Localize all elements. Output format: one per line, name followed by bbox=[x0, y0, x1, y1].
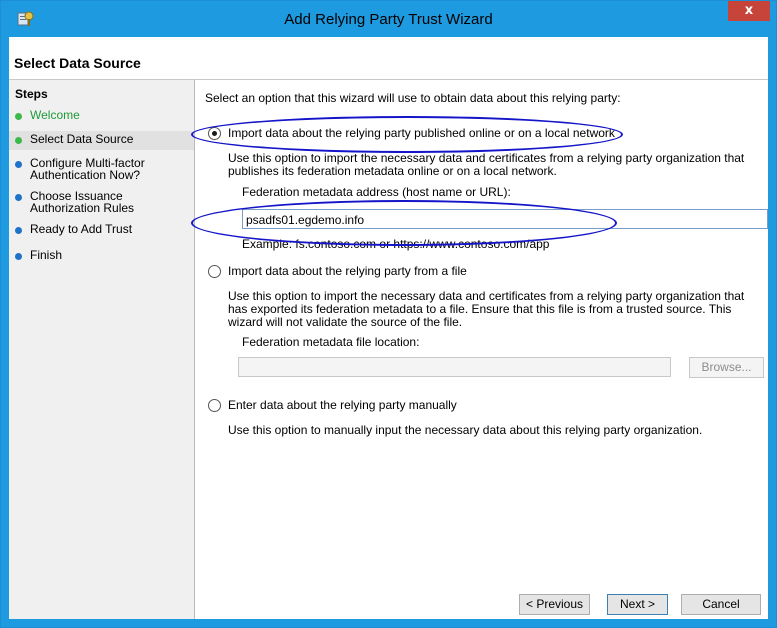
window-title: Add Relying Party Trust Wizard bbox=[284, 11, 493, 28]
steps-title: Steps bbox=[15, 87, 48, 101]
close-icon[interactable]: x bbox=[728, 1, 770, 21]
step-configure-mfa: Configure Multi-factor Authentication No… bbox=[9, 157, 194, 183]
browse-button[interactable]: Browse... bbox=[689, 357, 764, 378]
page-title: Select Data Source bbox=[14, 55, 141, 71]
step-select-data-source: Select Data Source bbox=[9, 131, 194, 150]
intro-text: Select an option that this wizard will u… bbox=[205, 91, 621, 105]
option-online-description: Use this option to import the necessary … bbox=[228, 151, 745, 178]
step-current-icon bbox=[15, 137, 22, 144]
cancel-button[interactable]: Cancel bbox=[681, 594, 761, 615]
radio-import-file[interactable] bbox=[208, 265, 221, 278]
wizard-header: Select Data Source bbox=[9, 37, 768, 80]
step-pending-icon bbox=[15, 194, 22, 201]
annotation-ellipse-online-option bbox=[191, 116, 623, 153]
step-pending-icon bbox=[15, 227, 22, 234]
step-label: Ready to Add Trust bbox=[30, 222, 133, 236]
previous-button[interactable]: < Previous bbox=[519, 594, 590, 615]
steps-pane: Steps Welcome Select Data Source Configu… bbox=[9, 80, 195, 619]
next-button[interactable]: Next > bbox=[607, 594, 668, 615]
step-welcome[interactable]: Welcome bbox=[9, 109, 194, 125]
main-pane: Select an option that this wizard will u… bbox=[191, 80, 768, 619]
metadata-file-label: Federation metadata file location: bbox=[242, 335, 420, 349]
metadata-file-input[interactable] bbox=[238, 357, 671, 377]
step-ready-to-add: Ready to Add Trust bbox=[9, 223, 194, 239]
option-manual-label[interactable]: Enter data about the relying party manua… bbox=[228, 399, 728, 412]
step-pending-icon bbox=[15, 161, 22, 168]
radio-manual-entry[interactable] bbox=[208, 399, 221, 412]
wizard-client-area: Select Data Source Steps Welcome Select … bbox=[9, 37, 768, 619]
option-file-description: Use this option to import the necessary … bbox=[228, 289, 745, 329]
option-file-label[interactable]: Import data about the relying party from… bbox=[228, 265, 728, 278]
option-manual-description: Use this option to manually input the ne… bbox=[228, 423, 703, 437]
step-issuance-rules: Choose Issuance Authorization Rules bbox=[9, 190, 194, 216]
step-done-icon bbox=[15, 113, 22, 120]
step-label: Select Data Source bbox=[30, 132, 134, 146]
step-label: Welcome bbox=[30, 108, 80, 122]
metadata-address-label: Federation metadata address (host name o… bbox=[242, 185, 511, 199]
step-finish: Finish bbox=[9, 249, 194, 265]
wizard-window: Add Relying Party Trust Wizard x Select … bbox=[0, 0, 777, 628]
title-bar[interactable]: Add Relying Party Trust Wizard x bbox=[1, 1, 776, 37]
step-label: Choose Issuance Authorization Rules bbox=[30, 189, 135, 215]
step-label: Finish bbox=[30, 248, 63, 262]
annotation-ellipse-metadata-address bbox=[191, 200, 617, 246]
step-pending-icon bbox=[15, 253, 22, 260]
step-label: Configure Multi-factor Authentication No… bbox=[30, 156, 145, 182]
